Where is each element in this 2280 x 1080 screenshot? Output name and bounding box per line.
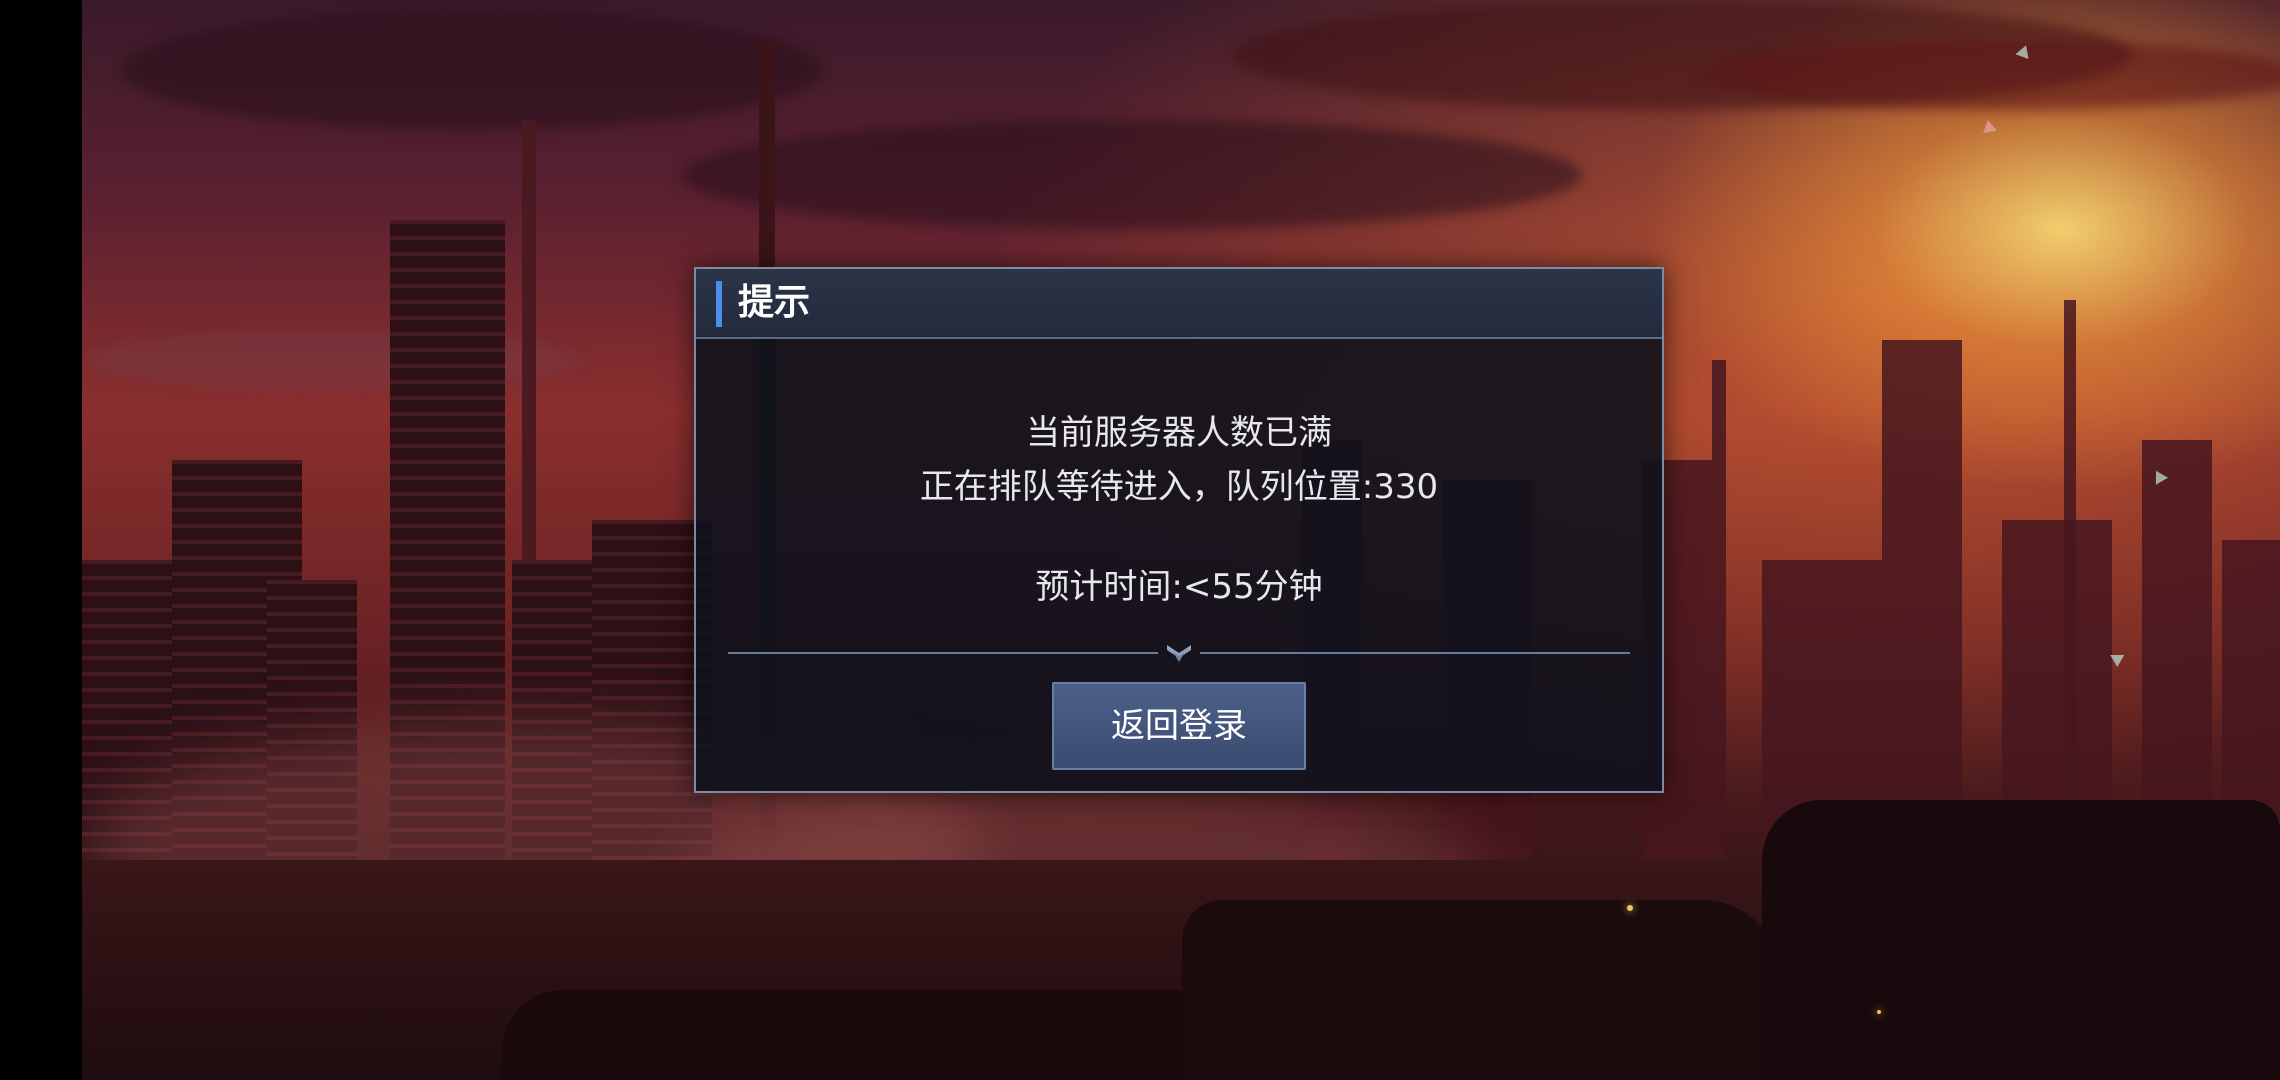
server-full-message: 当前服务器人数已满 xyxy=(1026,413,1332,453)
title-accent-bar xyxy=(716,281,722,327)
ember xyxy=(1877,1010,1881,1014)
building xyxy=(1882,340,1962,860)
cloud xyxy=(682,120,1582,230)
dialog-title: 提示 xyxy=(738,282,811,323)
ember xyxy=(1627,905,1633,911)
dialog-header: 提示 xyxy=(696,269,1662,339)
cloud xyxy=(82,330,582,390)
building xyxy=(2142,440,2212,860)
queue-dialog: 提示 当前服务器人数已满 正在排队等待进入，队列位置:330 预计时间:<55分… xyxy=(694,267,1664,793)
game-screen: 提示 当前服务器人数已满 正在排队等待进入，队列位置:330 预计时间:<55分… xyxy=(0,0,2280,1080)
chevron-down-diamond-icon xyxy=(1164,641,1194,665)
cloud xyxy=(122,10,822,130)
divider-line xyxy=(1200,652,1630,654)
back-to-login-button[interactable]: 返回登录 xyxy=(1052,682,1306,770)
screen-notch-bar xyxy=(0,0,82,1080)
spire xyxy=(2064,300,2076,860)
debris-shard xyxy=(2110,648,2128,668)
rock-cliff xyxy=(1762,800,2280,1080)
queue-position-message: 正在排队等待进入，队列位置:330 xyxy=(919,467,1439,507)
estimated-time-message: 预计时间:<55分钟 xyxy=(1035,567,1323,607)
debris-shard xyxy=(1981,118,1997,134)
rock-ledge xyxy=(1182,900,1782,1080)
cloud xyxy=(1702,40,2280,110)
divider-line xyxy=(728,652,1158,654)
spire xyxy=(1712,360,1726,860)
